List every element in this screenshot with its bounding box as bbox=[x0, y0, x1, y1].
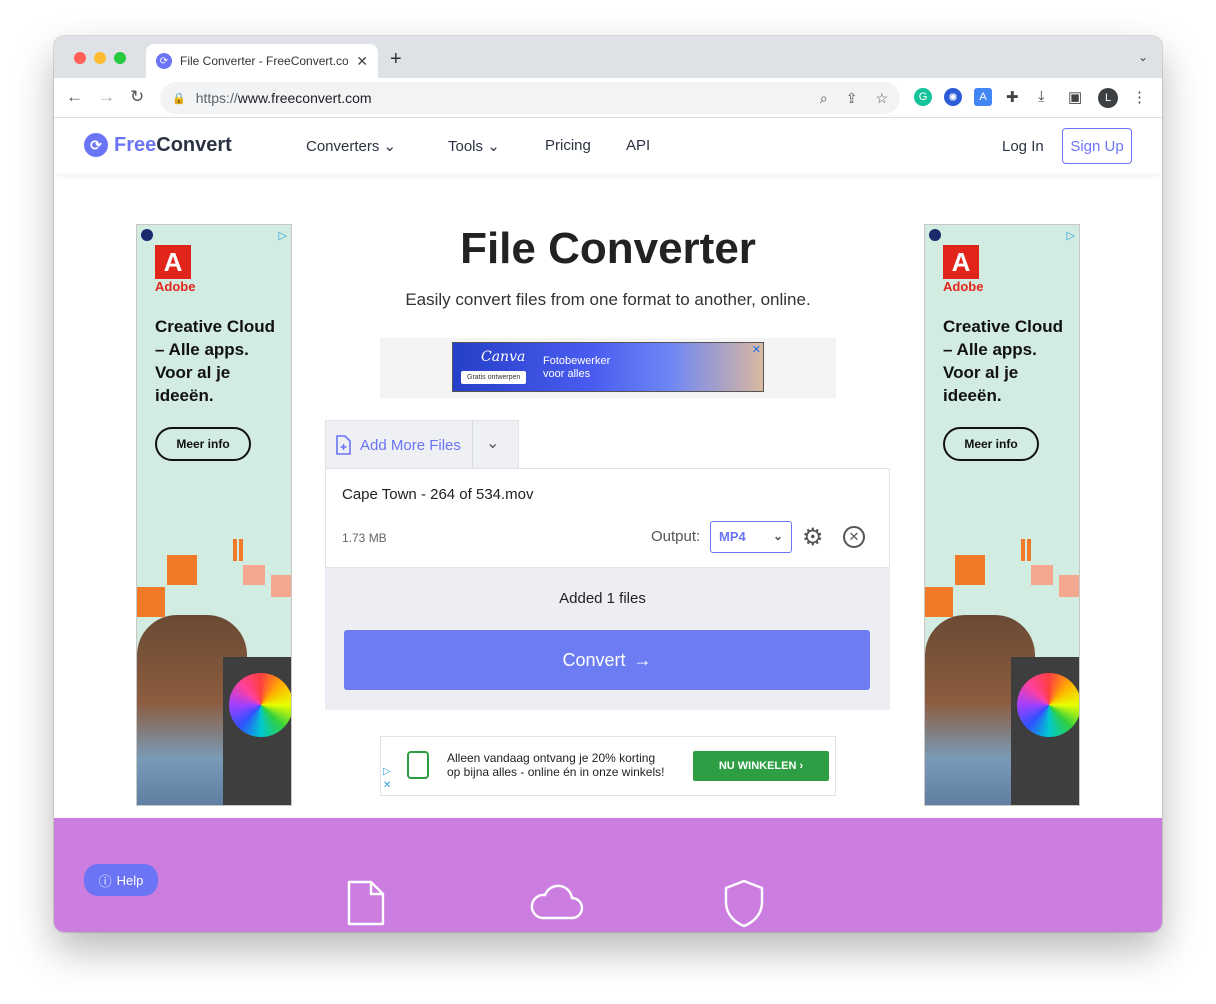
extensions-puzzle-icon[interactable]: ✚ bbox=[1006, 88, 1019, 106]
signup-button[interactable]: Sign Up bbox=[1062, 128, 1132, 164]
lock-icon: 🔒 bbox=[172, 92, 186, 105]
settings-gear-icon[interactable]: ⚙ bbox=[802, 523, 824, 552]
file-size: 1.73 MB bbox=[342, 531, 387, 545]
ad-decor bbox=[271, 575, 291, 597]
browser-window: ⟳ File Converter - FreeConvert.com ✕ + ⌄… bbox=[54, 36, 1162, 932]
tab-search-chevron-icon[interactable]: ⌄ bbox=[1138, 50, 1148, 64]
cloud-icon bbox=[530, 884, 584, 920]
canva-ad-button[interactable]: Gratis ontwerpen bbox=[461, 371, 527, 384]
question-circle-icon: ⓘ bbox=[98, 873, 112, 889]
arrow-right-icon: → bbox=[633, 649, 652, 670]
ad-decor bbox=[239, 539, 243, 561]
added-files-count: Added 1 files bbox=[559, 590, 646, 607]
ad-decor bbox=[1027, 539, 1031, 561]
bookmark-star-icon[interactable]: ☆ bbox=[875, 90, 888, 107]
browser-tab[interactable]: ⟳ File Converter - FreeConvert.com ✕ bbox=[146, 44, 378, 78]
side-panel-icon[interactable]: ▣ bbox=[1068, 88, 1082, 106]
profile-avatar[interactable]: L bbox=[1098, 88, 1118, 108]
canva-brand: Canva bbox=[481, 349, 526, 365]
freeconvert-logo[interactable]: ⟳ FreeConvert bbox=[84, 133, 232, 157]
website: ⟳ FreeConvert Converters ⌄ Tools ⌄ Prici… bbox=[54, 118, 1162, 932]
reload-icon[interactable]: ↻ bbox=[130, 87, 144, 107]
tab-title: File Converter - FreeConvert.com bbox=[180, 54, 349, 68]
divider bbox=[472, 421, 473, 469]
help-button[interactable]: ⓘ Help bbox=[84, 864, 158, 896]
ad-decor bbox=[243, 565, 265, 585]
top-ad-slot: Canva Gratis ontwerpen Fotobewerker voor … bbox=[380, 338, 836, 398]
ad-decor bbox=[955, 555, 985, 585]
bottom-ad-button[interactable]: NU WINKELEN › bbox=[693, 751, 829, 781]
nav-tools[interactable]: Tools ⌄ bbox=[448, 137, 500, 155]
adchoices-icon[interactable]: ▷ ✕ bbox=[383, 765, 391, 793]
new-tab-button[interactable]: + bbox=[390, 48, 402, 71]
ad-decor bbox=[925, 587, 953, 617]
site-header: ⟳ FreeConvert Converters ⌄ Tools ⌄ Prici… bbox=[54, 118, 1162, 174]
ad-decor bbox=[233, 539, 237, 561]
url-text: https://www.freeconvert.com bbox=[195, 90, 372, 106]
store-logo-icon bbox=[407, 751, 429, 779]
ad-decor bbox=[1031, 565, 1053, 585]
color-wheel-image bbox=[229, 673, 291, 737]
omnibox-actions: ⌕ ⇪ ☆ bbox=[820, 90, 888, 107]
page-subtitle: Easily convert files from one format to … bbox=[405, 290, 811, 309]
convert-button[interactable]: Convert → bbox=[344, 630, 870, 690]
maximize-window-button[interactable] bbox=[114, 52, 126, 64]
address-bar[interactable]: 🔒 https://www.freeconvert.com ⌕ ⇪ ☆ bbox=[160, 82, 900, 114]
minimize-window-button[interactable] bbox=[94, 52, 106, 64]
search-icon[interactable]: ⌕ bbox=[820, 90, 828, 107]
logo-icon: ⟳ bbox=[84, 133, 108, 157]
grammarly-icon[interactable]: G bbox=[914, 88, 932, 106]
nav-api[interactable]: API bbox=[626, 137, 650, 154]
freeconvert-favicon-icon: ⟳ bbox=[156, 53, 172, 69]
features-section: ⓘ Help bbox=[54, 818, 1162, 932]
add-files-bar: Add More Files ⌄ bbox=[325, 420, 519, 469]
page-title: File Converter bbox=[460, 224, 756, 273]
extension-sun-icon[interactable]: ✺ bbox=[944, 88, 962, 106]
tab-strip: ⟳ File Converter - FreeConvert.com ✕ + ⌄ bbox=[54, 36, 1162, 78]
ad-close-icon[interactable]: ✕ bbox=[752, 343, 761, 356]
share-icon[interactable]: ⇪ bbox=[846, 90, 858, 107]
chevron-down-icon[interactable]: ⌄ bbox=[486, 433, 499, 453]
chevron-down-icon: ⌄ bbox=[772, 529, 783, 543]
ad-cta-button[interactable]: Meer info bbox=[155, 427, 251, 461]
color-wheel-image bbox=[1017, 673, 1079, 737]
back-arrow-icon[interactable]: ← bbox=[66, 87, 83, 107]
shield-icon bbox=[724, 879, 764, 928]
canva-ad-text: Fotobewerker voor alles bbox=[543, 355, 611, 380]
bottom-ad-banner[interactable]: ▷ ✕ Alleen vandaag ontvang je 20% korting… bbox=[380, 736, 836, 796]
add-more-files-button[interactable]: Add More Files bbox=[334, 435, 461, 455]
file-item: Cape Town - 264 of 534.mov 1.73 MB Outpu… bbox=[325, 468, 890, 568]
ad-copy: Creative Cloud – Alle apps. Voor al je i… bbox=[155, 317, 275, 405]
ad-decor bbox=[167, 555, 197, 585]
file-name: Cape Town - 264 of 534.mov bbox=[342, 486, 534, 503]
output-label: Output: bbox=[651, 528, 701, 545]
ad-cta-button[interactable]: Meer info bbox=[943, 427, 1039, 461]
browser-toolbar: ← → ↻ 🔒 https://www.freeconvert.com ⌕ ⇪ … bbox=[54, 78, 1162, 118]
bottom-ad-text: Alleen vandaag ontvang je 20% korting op … bbox=[447, 751, 665, 779]
menu-kebab-icon[interactable]: ⋮ bbox=[1132, 88, 1147, 106]
right-adobe-ad[interactable]: ▷ A Adobe Creative Cloud – Alle apps. Vo… bbox=[924, 224, 1080, 806]
ad-decor bbox=[137, 587, 165, 617]
convert-zone: Added 1 files Convert → bbox=[325, 568, 890, 710]
left-adobe-ad[interactable]: ▷ A Adobe Creative Cloud – Alle apps. Vo… bbox=[136, 224, 292, 806]
document-icon bbox=[347, 880, 385, 926]
ad-decor bbox=[1021, 539, 1025, 561]
nav-converters[interactable]: Converters ⌄ bbox=[306, 137, 396, 155]
forward-arrow-icon[interactable]: → bbox=[98, 87, 115, 107]
nav-pricing[interactable]: Pricing bbox=[545, 137, 591, 154]
close-window-button[interactable] bbox=[74, 52, 86, 64]
canva-ad-banner[interactable]: Canva Gratis ontwerpen Fotobewerker voor … bbox=[452, 342, 764, 392]
download-icon[interactable]: ⤓ bbox=[1038, 88, 1045, 105]
add-file-icon bbox=[336, 435, 351, 455]
translate-icon[interactable]: A bbox=[974, 88, 992, 106]
tab-close-icon[interactable]: ✕ bbox=[356, 53, 368, 70]
output-format-select[interactable]: MP4 ⌄ bbox=[710, 521, 792, 553]
ad-copy: Creative Cloud – Alle apps. Voor al je i… bbox=[943, 317, 1063, 405]
remove-file-icon[interactable]: ✕ bbox=[843, 526, 865, 548]
add-more-files-label: Add More Files bbox=[360, 436, 461, 454]
login-link[interactable]: Log In bbox=[1002, 138, 1044, 155]
ad-decor bbox=[1059, 575, 1079, 597]
